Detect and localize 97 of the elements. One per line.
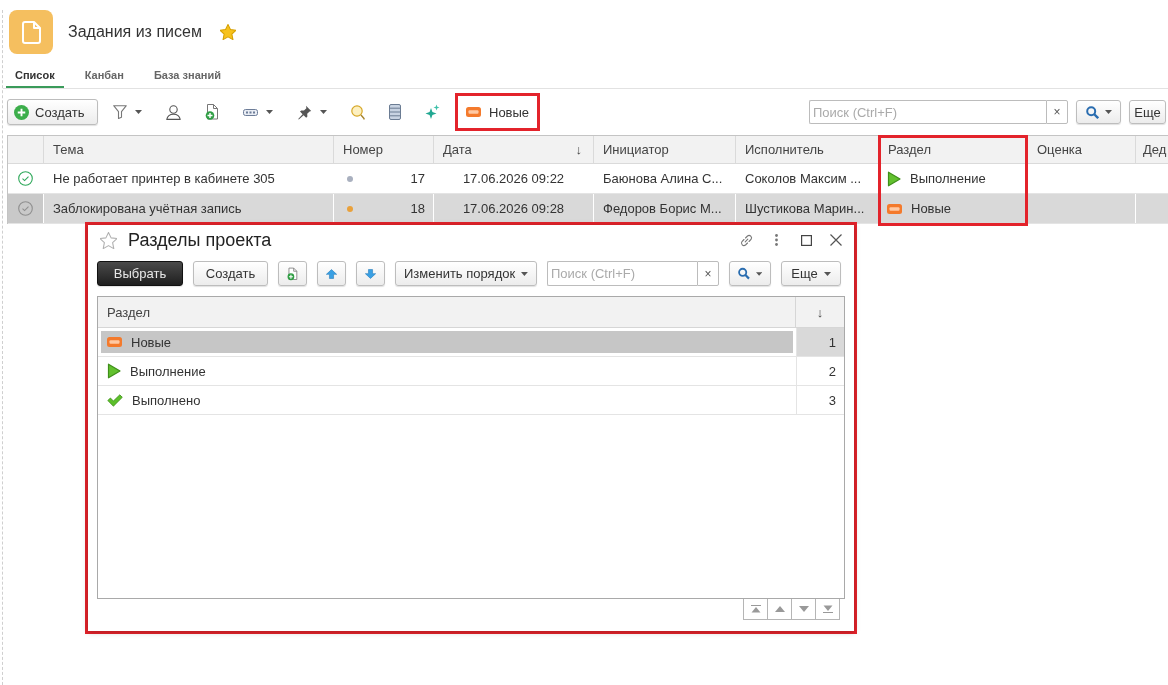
- reorder-button[interactable]: Изменить порядок: [395, 261, 537, 286]
- more-button[interactable]: Еще: [781, 261, 841, 286]
- search-button[interactable]: [1076, 100, 1121, 124]
- column-label: Дата: [443, 142, 472, 157]
- column-header: [8, 136, 44, 164]
- table-row[interactable]: Заблокирована учётная запись 18 17.06.2026 09:28 Федоров Борис М... Шустикова Марин... Новые: [8, 194, 1168, 224]
- caret-icon: [266, 110, 273, 114]
- table-cell-text: Не работает принтер в кабинете 305: [52, 170, 276, 188]
- tab[interactable]: Канбан: [75, 64, 133, 88]
- clear-search-button[interactable]: ×: [1046, 100, 1068, 124]
- move-down-button[interactable]: [356, 261, 385, 286]
- table-cell-text: 17.06.2026 09:22: [461, 170, 566, 188]
- star-icon[interactable]: [219, 24, 236, 40]
- play-icon: [887, 170, 901, 187]
- column-header[interactable]: ↓: [796, 297, 844, 328]
- field-icon: [243, 108, 258, 116]
- column-header[interactable]: Оценка: [1028, 136, 1136, 164]
- column-header[interactable]: Дата ↓: [434, 136, 594, 164]
- star-icon[interactable]: [100, 231, 117, 249]
- magnifier-icon: [351, 104, 365, 120]
- dialog-title: Разделы проекта: [128, 229, 272, 251]
- table-cell-text: Баюнова Алина С...: [602, 170, 724, 188]
- scroll-to-bottom-icon: [822, 605, 833, 613]
- section-label: Выполнено: [132, 392, 201, 408]
- scroll-up-icon: [774, 606, 785, 612]
- table-cell: 1: [796, 328, 844, 356]
- filter-icon: [113, 105, 127, 119]
- link-icon: [738, 232, 754, 248]
- maximize-icon: [800, 234, 812, 246]
- move-up-button[interactable]: [317, 261, 346, 286]
- new-badge-icon: [887, 203, 902, 214]
- new-badge-icon: [107, 337, 122, 347]
- tab[interactable]: Список: [6, 64, 64, 88]
- page-title: Задания из писем: [68, 23, 202, 41]
- search-icon: [738, 267, 750, 280]
- tab[interactable]: База знаний: [144, 64, 230, 88]
- column-header[interactable]: Номер: [334, 136, 434, 164]
- close-icon: [830, 234, 842, 246]
- select-button[interactable]: Выбрать: [97, 261, 183, 286]
- plus-circle-icon: [14, 104, 29, 120]
- scroll-to-top-icon: [750, 605, 761, 613]
- create-button[interactable]: Создать: [7, 99, 98, 125]
- check-circle-icon: [18, 171, 33, 186]
- section-label: Выполнение: [910, 171, 986, 186]
- table-cell: 2: [796, 357, 844, 385]
- scroll-to-top-button[interactable]: [743, 599, 768, 620]
- column-header[interactable]: Исполнитель: [736, 136, 879, 164]
- table-cell: 17.06.2026 09:28: [434, 194, 594, 223]
- play-icon: [107, 363, 121, 379]
- arrow-up-icon: [326, 266, 337, 281]
- list-icon: [389, 104, 401, 120]
- table-cell: Федоров Борис М...: [594, 194, 736, 223]
- new-badge-icon: [466, 107, 481, 117]
- row-number: 17: [410, 171, 425, 186]
- search-icon: [1085, 105, 1099, 119]
- scroll-to-bottom-button[interactable]: [815, 599, 840, 620]
- section-label: Новые: [911, 201, 952, 216]
- section-label: Выполнение: [130, 363, 206, 379]
- pin-icon: [297, 104, 312, 120]
- add-document-icon: [287, 265, 298, 282]
- check-circle-icon: [18, 201, 33, 216]
- sort-arrow: ↓: [575, 142, 582, 157]
- caret-icon: [521, 271, 528, 276]
- search-button[interactable]: [729, 261, 771, 286]
- column-header[interactable]: Раздел: [98, 297, 796, 328]
- more-options-icon: [774, 234, 778, 246]
- sparkle-icon: [425, 104, 440, 120]
- check-icon: [107, 393, 123, 407]
- search-field[interactable]: Поиск (Ctrl+F): [809, 100, 1046, 124]
- table-row[interactable]: Выполнение 2: [98, 357, 844, 386]
- section-label: Новые: [131, 334, 172, 350]
- create-button[interactable]: Создать: [193, 261, 268, 286]
- table-cell: Заблокирована учётная запись: [44, 194, 334, 223]
- caret-icon: [320, 110, 327, 114]
- table-cell: Шустикова Марин...: [736, 194, 879, 223]
- search-field[interactable]: Поиск (Ctrl+F): [547, 261, 697, 286]
- add-document-icon: [205, 104, 219, 120]
- column-header[interactable]: Тема: [44, 136, 334, 164]
- column-header[interactable]: Инициатор: [594, 136, 736, 164]
- table-row[interactable]: Выполнено 3: [98, 386, 844, 415]
- table-cell-text: Соколов Максим ...: [744, 170, 863, 188]
- clear-search-button[interactable]: ×: [697, 261, 719, 286]
- user-icon: [166, 104, 181, 120]
- caret-icon: [823, 271, 831, 276]
- add-document-button[interactable]: [278, 261, 307, 286]
- column-header[interactable]: Дед: [1136, 136, 1168, 164]
- caret-icon: [1104, 110, 1112, 114]
- row-number: 18: [410, 201, 425, 216]
- more-button[interactable]: Еще: [1129, 100, 1166, 124]
- arrow-down-icon: [365, 266, 376, 281]
- table-cell: 3: [796, 386, 844, 414]
- caret-icon: [135, 110, 142, 114]
- section-filter-button[interactable]: Новые: [461, 99, 535, 125]
- document-icon: [9, 10, 53, 54]
- caret-icon: [755, 271, 762, 276]
- scroll-down-icon: [798, 606, 809, 612]
- table-row[interactable]: Новые 1: [98, 328, 844, 357]
